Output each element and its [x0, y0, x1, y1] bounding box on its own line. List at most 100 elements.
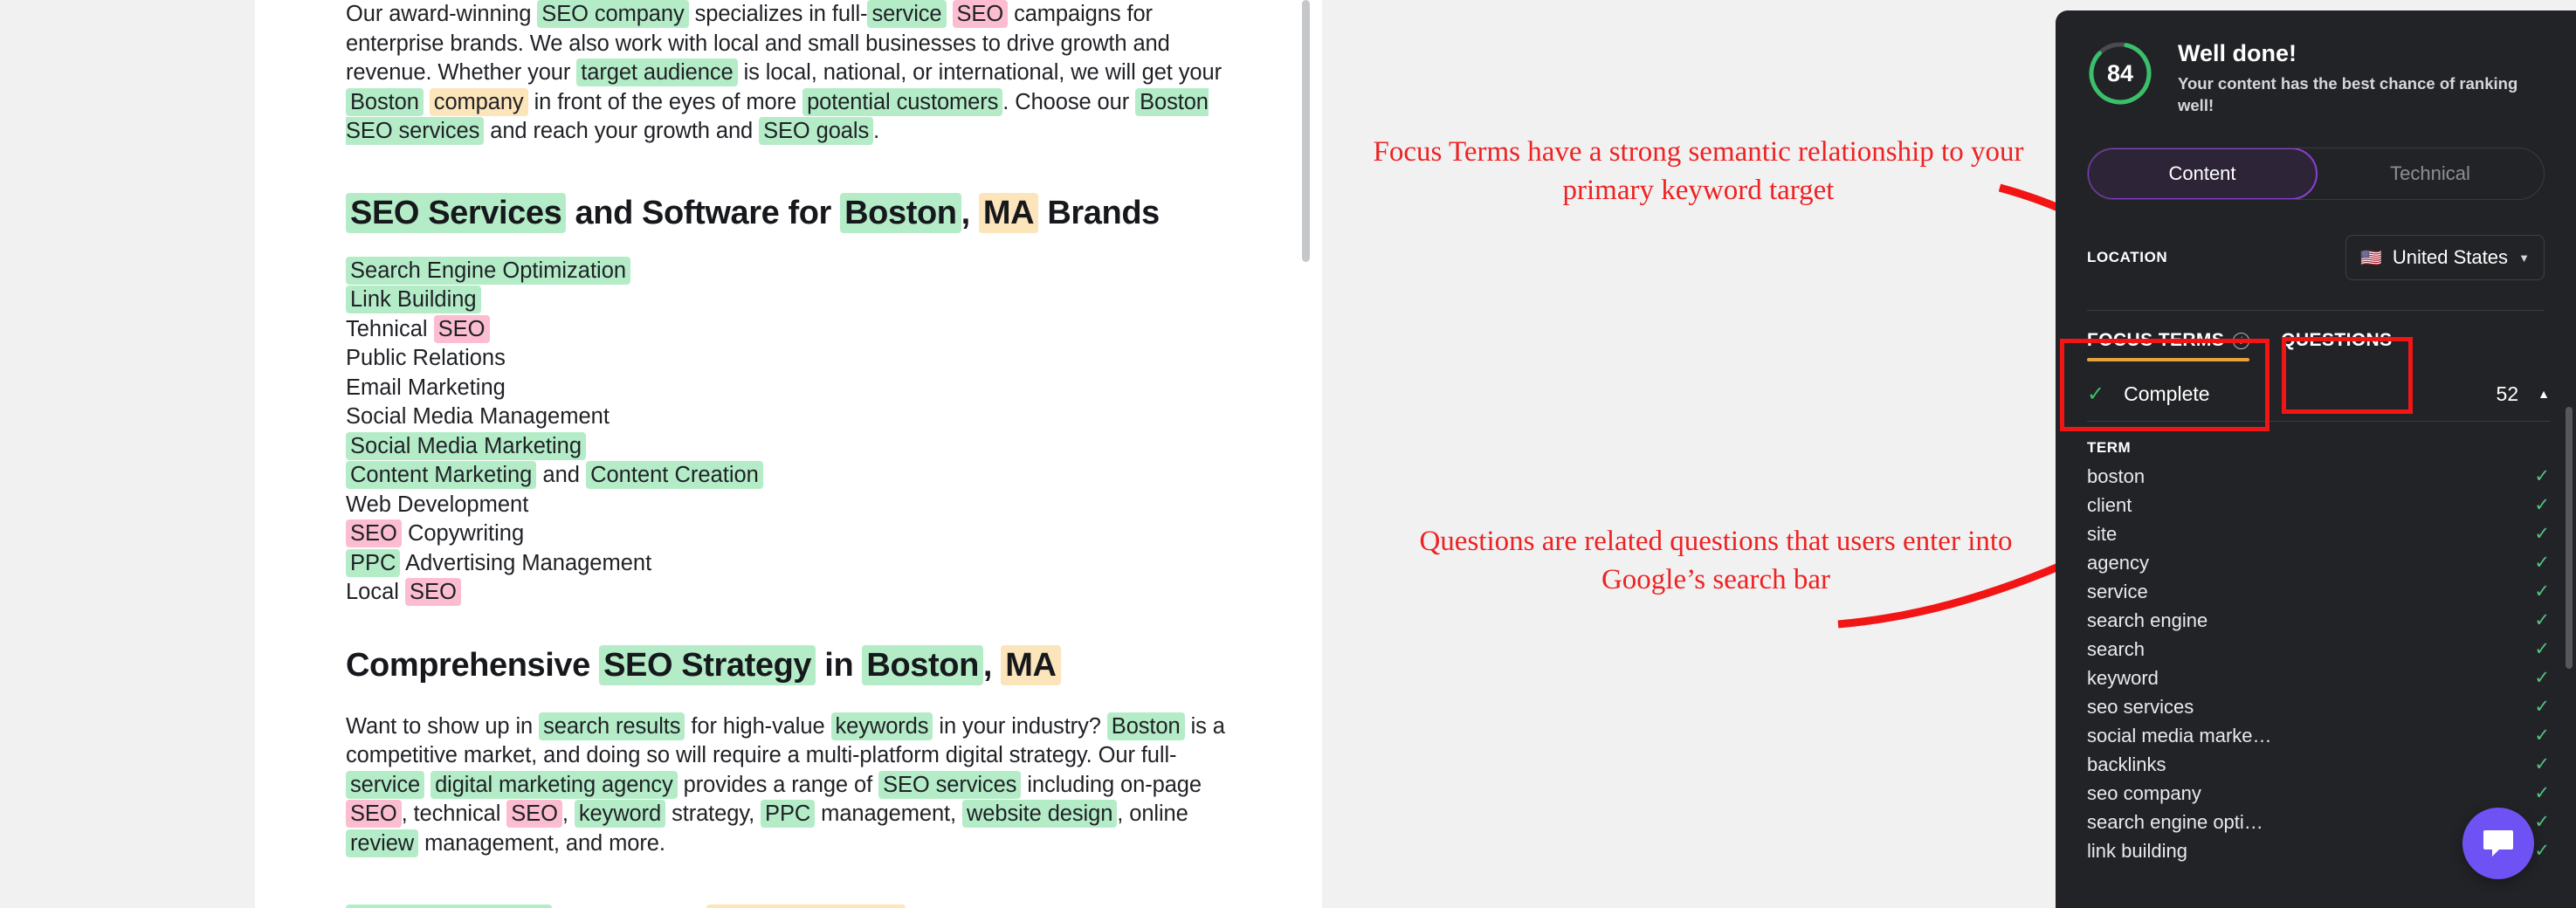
chat-widget-button[interactable] — [2462, 808, 2534, 879]
highlighted-term: target audience — [576, 58, 738, 86]
focus-term-label: site — [2087, 522, 2118, 545]
panel-scrollbar[interactable] — [2566, 407, 2573, 669]
highlighted-term: keywords — [830, 712, 933, 740]
focus-term-row[interactable]: boston ✓ — [2087, 462, 2550, 491]
highlighted-term: keyword — [574, 800, 666, 828]
complete-count: 52 — [2496, 382, 2519, 405]
highlighted-term: search results — [539, 712, 685, 740]
score-subtitle: Your content has the best chance of rank… — [2178, 74, 2518, 114]
chat-icon — [2483, 830, 2513, 856]
location-label: LOCATION — [2087, 249, 2168, 265]
check-icon: ✓ — [2534, 553, 2550, 573]
focus-term-row[interactable]: search ✓ — [2087, 635, 2550, 664]
focus-term-row[interactable]: search engine ✓ — [2087, 606, 2550, 635]
us-flag-icon: 🇺🇸 — [2360, 248, 2382, 268]
list-item: Public Relations — [346, 346, 506, 370]
highlighted-term: SEO Experts — [346, 905, 552, 908]
focus-term-row[interactable]: site ✓ — [2087, 519, 2550, 548]
paragraph-strategy: Want to show up in search results for hi… — [346, 712, 1225, 857]
panel-divider — [2087, 310, 2545, 311]
check-icon: ✓ — [2534, 610, 2550, 630]
list-item: Content Marketing and Content Creation — [346, 461, 1228, 491]
highlighted-term: PPC — [761, 800, 816, 828]
highlighted-term: SEO services — [878, 770, 1022, 799]
annotation-questions: Questions are related questions that use… — [1419, 526, 2013, 595]
highlighted-term: SEO goals — [759, 117, 874, 145]
focus-term-row[interactable]: keyword ✓ — [2087, 664, 2550, 692]
check-icon: ✓ — [2534, 754, 2550, 774]
check-icon: ✓ — [2534, 697, 2550, 717]
focus-term-label: seo services — [2087, 695, 2194, 718]
focus-term-row[interactable]: service ✓ — [2087, 577, 2550, 606]
focus-term-label: client — [2087, 493, 2132, 516]
annotation-box-focus-terms — [2060, 339, 2269, 431]
heading-seo-services: SEO Services and Software for Boston, MA… — [346, 192, 1228, 234]
focus-term-label: backlinks — [2087, 753, 2166, 775]
highlighted-term: Link Building — [346, 285, 481, 313]
seo-analysis-panel: 84 Well done! Your content has the best … — [2056, 10, 2576, 908]
focus-term-row[interactable]: social media marke… ✓ — [2087, 721, 2550, 750]
check-icon: ✓ — [2534, 668, 2550, 688]
chevron-down-icon: ▼ — [2518, 251, 2530, 265]
highlighted-term: MA — [978, 192, 1039, 233]
list-item: Social Media Marketing — [346, 431, 1228, 462]
tab-technical[interactable]: Technical — [2317, 148, 2544, 199]
highlighted-term: MA — [1001, 644, 1061, 685]
panel-tabs: Content Technical — [2087, 148, 2545, 200]
list-item: PPC Advertising Management — [346, 548, 1228, 579]
tab-content[interactable]: Content — [2088, 148, 2318, 199]
score-section: 84 Well done! Your content has the best … — [2056, 10, 2576, 116]
focus-term-label: social media marke… — [2087, 724, 2272, 746]
focus-term-label: keyword — [2087, 666, 2159, 689]
focus-term-row[interactable]: backlinks ✓ — [2087, 750, 2550, 779]
highlighted-term: website design — [961, 800, 1118, 828]
heading-seo-strategy: Comprehensive SEO Strategy in Boston, MA — [346, 644, 1228, 686]
check-icon: ✓ — [2534, 812, 2550, 832]
highlighted-term: Content Marketing — [346, 461, 537, 489]
chevron-up-icon[interactable]: ▲ — [2538, 387, 2550, 401]
focus-term-row[interactable]: client ✓ — [2087, 491, 2550, 519]
document-scrollbar[interactable] — [1302, 0, 1310, 262]
highlighted-term: review — [346, 829, 419, 857]
focus-term-label: seo company — [2087, 781, 2201, 804]
list-item: Web Development — [346, 492, 529, 517]
focus-term-label: service — [2087, 580, 2148, 602]
highlighted-term: Boston — [862, 644, 983, 685]
highlighted-term: Content Creation — [586, 461, 763, 489]
highlighted-term: SEO — [405, 578, 461, 606]
score-ring: 84 — [2087, 40, 2153, 107]
list-item: Search Engine Optimization — [346, 256, 1228, 286]
highlighted-term: digital marketing agency — [430, 770, 678, 799]
list-item: Social Media Management — [346, 404, 610, 429]
score-title: Well done! — [2178, 40, 2297, 66]
highlighted-term: potential customers — [802, 87, 1003, 116]
focus-term-label: search engine — [2087, 609, 2208, 631]
highlighted-term: SEO Strategy — [599, 644, 816, 685]
highlighted-term: SEO — [346, 800, 402, 828]
document-content[interactable]: Our award-winning SEO company specialize… — [346, 0, 1228, 908]
highlighted-term: Boston — [346, 87, 424, 116]
highlighted-term: company — [429, 87, 528, 116]
app-window: Our award-winning SEO company specialize… — [0, 0, 2576, 908]
location-select[interactable]: 🇺🇸 United States ▼ — [2345, 235, 2545, 280]
check-icon: ✓ — [2534, 495, 2550, 515]
score-value: 84 — [2106, 59, 2134, 86]
check-icon: ✓ — [2534, 783, 2550, 803]
service-list: Search Engine Optimization Link Building… — [346, 256, 1228, 608]
list-item: Email Marketing — [346, 375, 506, 400]
focus-term-list: boston ✓ client ✓ site ✓ agency ✓ service ✓ search… — [2056, 462, 2576, 865]
highlighted-term: Boston SEO — [706, 905, 906, 908]
check-icon: ✓ — [2534, 524, 2550, 544]
paragraph-intro: Our award-winning SEO company specialize… — [346, 0, 1222, 145]
list-item: Local SEO — [346, 578, 1228, 608]
heading-seo-experts: SEO Experts for Local Boston SEO — [346, 904, 1228, 908]
check-icon: ✓ — [2534, 726, 2550, 746]
highlighted-term: Search Engine Optimization — [346, 256, 631, 285]
highlighted-term: SEO Services — [346, 192, 567, 233]
focus-term-row[interactable]: seo services ✓ — [2087, 692, 2550, 721]
focus-term-row[interactable]: seo company ✓ — [2087, 779, 2550, 808]
term-column-header: TERM — [2087, 439, 2132, 456]
highlighted-term: Boston — [1106, 712, 1185, 740]
focus-term-label: search — [2087, 637, 2146, 660]
focus-term-row[interactable]: agency ✓ — [2087, 548, 2550, 577]
